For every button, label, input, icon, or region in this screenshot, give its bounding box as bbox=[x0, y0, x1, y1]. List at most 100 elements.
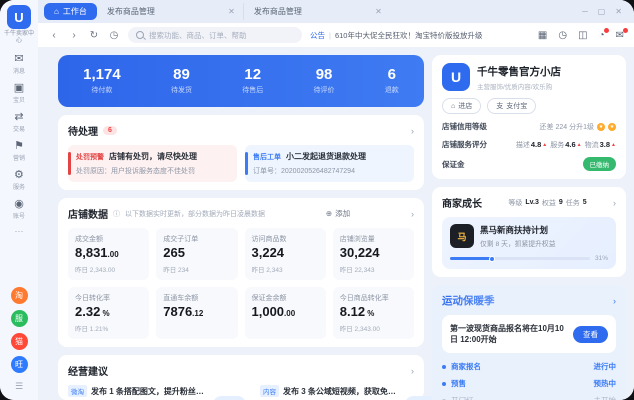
metric-visited-items[interactable]: 访问商品数 3,224 昨日 2,343 bbox=[244, 228, 326, 280]
back-icon[interactable]: ‹ bbox=[48, 30, 60, 41]
sidebar-item-account[interactable]: ◉ 账号 bbox=[13, 198, 25, 220]
metric-suffix: .00 bbox=[107, 250, 119, 259]
toolbar: ‹ › ↻ ◷ 搜索功能、商品、订单、帮助 公告 | 610年中大促全民狂欢！淘… bbox=[38, 23, 634, 47]
timeline-status: 未开始 bbox=[594, 395, 617, 400]
metric-label: 成交子订单 bbox=[163, 236, 199, 243]
section-title: 店铺数据 bbox=[68, 210, 108, 221]
alipay-button[interactable]: 支支付宝 bbox=[487, 98, 537, 114]
metric-orders[interactable]: 成交子订单 265 昨日 234 bbox=[156, 228, 238, 280]
timeline-name: 商家报名 bbox=[451, 362, 481, 371]
view-button[interactable]: 查看 bbox=[573, 325, 608, 343]
sidebar-item-products[interactable]: ▣ 宝贝 bbox=[13, 82, 25, 104]
wangwang-app-icon[interactable]: 旺 bbox=[10, 356, 28, 373]
files-icon[interactable]: ◫ bbox=[578, 30, 587, 41]
chevron-right-icon[interactable]: › bbox=[613, 296, 616, 306]
history-clock-icon[interactable]: ◷ bbox=[108, 30, 120, 41]
stat-refund[interactable]: 6 退款 bbox=[385, 67, 399, 95]
sidebar-item-messages[interactable]: ✉ 消息 bbox=[13, 53, 25, 75]
publish-button[interactable]: 发布 bbox=[213, 396, 247, 400]
metric-value: 7876 bbox=[163, 304, 193, 319]
timeline-item[interactable]: 商家报名 进行中 bbox=[442, 361, 616, 372]
chevron-right-icon[interactable]: › bbox=[411, 126, 414, 136]
stat-after-sale[interactable]: 12 待售后 bbox=[242, 67, 263, 95]
plus-icon: ⊕ bbox=[325, 209, 333, 218]
kefu-app-icon[interactable]: 服 bbox=[10, 310, 28, 327]
stat-label: 待评价 bbox=[313, 87, 335, 94]
up-arrow-icon: ▲ bbox=[576, 141, 582, 148]
forward-icon[interactable]: › bbox=[68, 30, 80, 41]
aftersale-ticket-card[interactable]: 售后工单 小二发起退货退款处理 订单号：2020020526482747294 bbox=[245, 145, 414, 182]
penalty-alert-card[interactable]: 处罚预警 店铺有处罚，请尽快处理 处罚原因：用户投诉服务态度不佳处罚 bbox=[68, 145, 237, 182]
trade-icon: ⇄ bbox=[14, 111, 24, 123]
metric-pageviews[interactable]: 店铺浏览量 30,224 昨日 22,343 bbox=[332, 228, 414, 280]
sidebar-item-marketing[interactable]: ⚑ 营销 bbox=[13, 140, 25, 162]
metric-gmv[interactable]: 成交金额 8,831.00 昨日 2,343.00 bbox=[68, 228, 150, 280]
metric-value: 8,831 bbox=[75, 245, 108, 260]
reminder-icon[interactable]: ◔ bbox=[599, 27, 609, 41]
shop-avatar: U bbox=[442, 63, 470, 91]
tab-publish-1[interactable]: 发布商品管理 ✕ bbox=[99, 3, 244, 20]
metric-value: 1,000 bbox=[251, 304, 285, 319]
divider: | bbox=[329, 30, 331, 40]
timeline-item[interactable]: 预售 预热中 bbox=[442, 378, 616, 389]
metric-sub: 昨日 234 bbox=[163, 267, 189, 274]
sidebar-item-trade[interactable]: ⇄ 交易 bbox=[13, 111, 25, 133]
enter-shop-button[interactable]: ⌂ 进店 bbox=[442, 98, 482, 114]
shop-data-section: 店铺数据 ⓘ 以下数据实时更新，部分数据为昨日凌晨数据 ⊕ 添加 › 成交金额 8… bbox=[58, 198, 424, 347]
tab-publish-2[interactable]: 发布商品管理 ✕ bbox=[246, 3, 390, 20]
timeline-item[interactable]: 开门红 未开始 bbox=[442, 395, 616, 400]
suggestion-tag: 内容 bbox=[260, 385, 280, 397]
metric-suffix: % bbox=[365, 309, 375, 318]
metric-label: 今日转化率 bbox=[75, 295, 110, 302]
darkhorse-icon: 马 bbox=[450, 224, 474, 248]
tmall-app-icon[interactable]: 猫 bbox=[10, 333, 28, 350]
chevron-right-icon[interactable]: › bbox=[613, 198, 616, 208]
darkhorse-program-card[interactable]: 马 黑马新商扶持计划 仅剩 8 天，抓紧提升权益 31% bbox=[442, 217, 616, 269]
close-window-icon[interactable]: ✕ bbox=[615, 7, 622, 16]
program-desc: 仅剩 8 天，抓紧提升权益 bbox=[480, 241, 556, 248]
section-title: 经营建议 bbox=[68, 367, 108, 378]
sidebar-item-service[interactable]: ⚙ 服务 bbox=[13, 169, 25, 191]
metric-conversion[interactable]: 今日转化率 2.32 % 昨日 1.21% bbox=[68, 287, 150, 339]
stat-pending-payment[interactable]: 1,174 待付款 bbox=[83, 67, 121, 95]
stat-label: 待售后 bbox=[242, 87, 264, 94]
suggestion-item: 微淘发布 1 条搭配图文，提升粉丝活跃 近7日未发布订阅图文，粉丝活跃度低于同行… bbox=[68, 385, 247, 400]
rating-value: 4.6 bbox=[565, 140, 576, 149]
rating-value: 4.8 bbox=[530, 140, 542, 149]
close-icon[interactable]: ✕ bbox=[375, 7, 382, 16]
chevron-right-icon[interactable]: › bbox=[411, 366, 414, 376]
metric-deposit[interactable]: 保证金余额 1,000.00 bbox=[244, 287, 326, 339]
apps-icon[interactable]: ▦ bbox=[538, 30, 547, 41]
up-arrow-icon: ▲ bbox=[542, 141, 548, 148]
stat-pending-shipment[interactable]: 89 待发货 bbox=[171, 67, 192, 95]
content-area: 1,174 待付款 89 待发货 12 待售后 98 待评价 6 退款 待处理 … bbox=[38, 47, 634, 400]
deposit-label: 保证金 bbox=[442, 159, 465, 169]
refresh-icon[interactable]: ↻ bbox=[88, 30, 100, 41]
ticket-tag: 售后工单 bbox=[253, 153, 281, 161]
add-metric-button[interactable]: ⊕ 添加 bbox=[326, 208, 350, 219]
sidebar-more-button[interactable]: ··· bbox=[15, 226, 24, 236]
tab-workbench[interactable]: ⌂ 工作台 bbox=[44, 3, 97, 20]
metric-item-conversion[interactable]: 今日商品转化率 8.12 % 昨日 2,343.00 bbox=[332, 287, 414, 339]
search-input[interactable]: 搜索功能、商品、订单、帮助 bbox=[128, 27, 302, 43]
chevron-right-icon[interactable]: › bbox=[411, 209, 414, 219]
stat-pending-review[interactable]: 98 待评价 bbox=[314, 67, 335, 95]
notification-badge bbox=[623, 27, 628, 33]
timeline-name: 预售 bbox=[451, 379, 466, 388]
stat-label: 退款 bbox=[384, 87, 399, 94]
history-icon[interactable]: ◷ bbox=[558, 30, 567, 41]
qianniu-logo-icon[interactable]: U bbox=[7, 5, 31, 29]
messages-icon[interactable]: ✉ bbox=[616, 27, 628, 41]
notification-badge bbox=[603, 27, 609, 33]
tasks-value: 5 bbox=[582, 199, 587, 206]
stat-value: 6 bbox=[387, 66, 396, 83]
close-icon[interactable]: ✕ bbox=[228, 7, 235, 16]
rating-value: 3.8 bbox=[599, 140, 611, 149]
minimize-icon[interactable]: ─ bbox=[582, 7, 588, 16]
left-sidebar: U 千牛卖家中心 ✉ 消息 ▣ 宝贝 ⇄ 交易 ⚑ 营销 ⚙ 服务 ◉ 账号 ·… bbox=[0, 0, 38, 400]
taobao-app-icon[interactable]: 淘 bbox=[10, 287, 28, 304]
maximize-icon[interactable]: ▢ bbox=[598, 7, 606, 16]
menu-icon[interactable]: ☰ bbox=[15, 379, 23, 396]
metric-ad-balance[interactable]: 直通车余额 7876.12 bbox=[156, 287, 238, 339]
announcement-bar[interactable]: 公告 | 610年中大促全民狂欢！淘宝特价版投放升级 bbox=[310, 30, 482, 41]
